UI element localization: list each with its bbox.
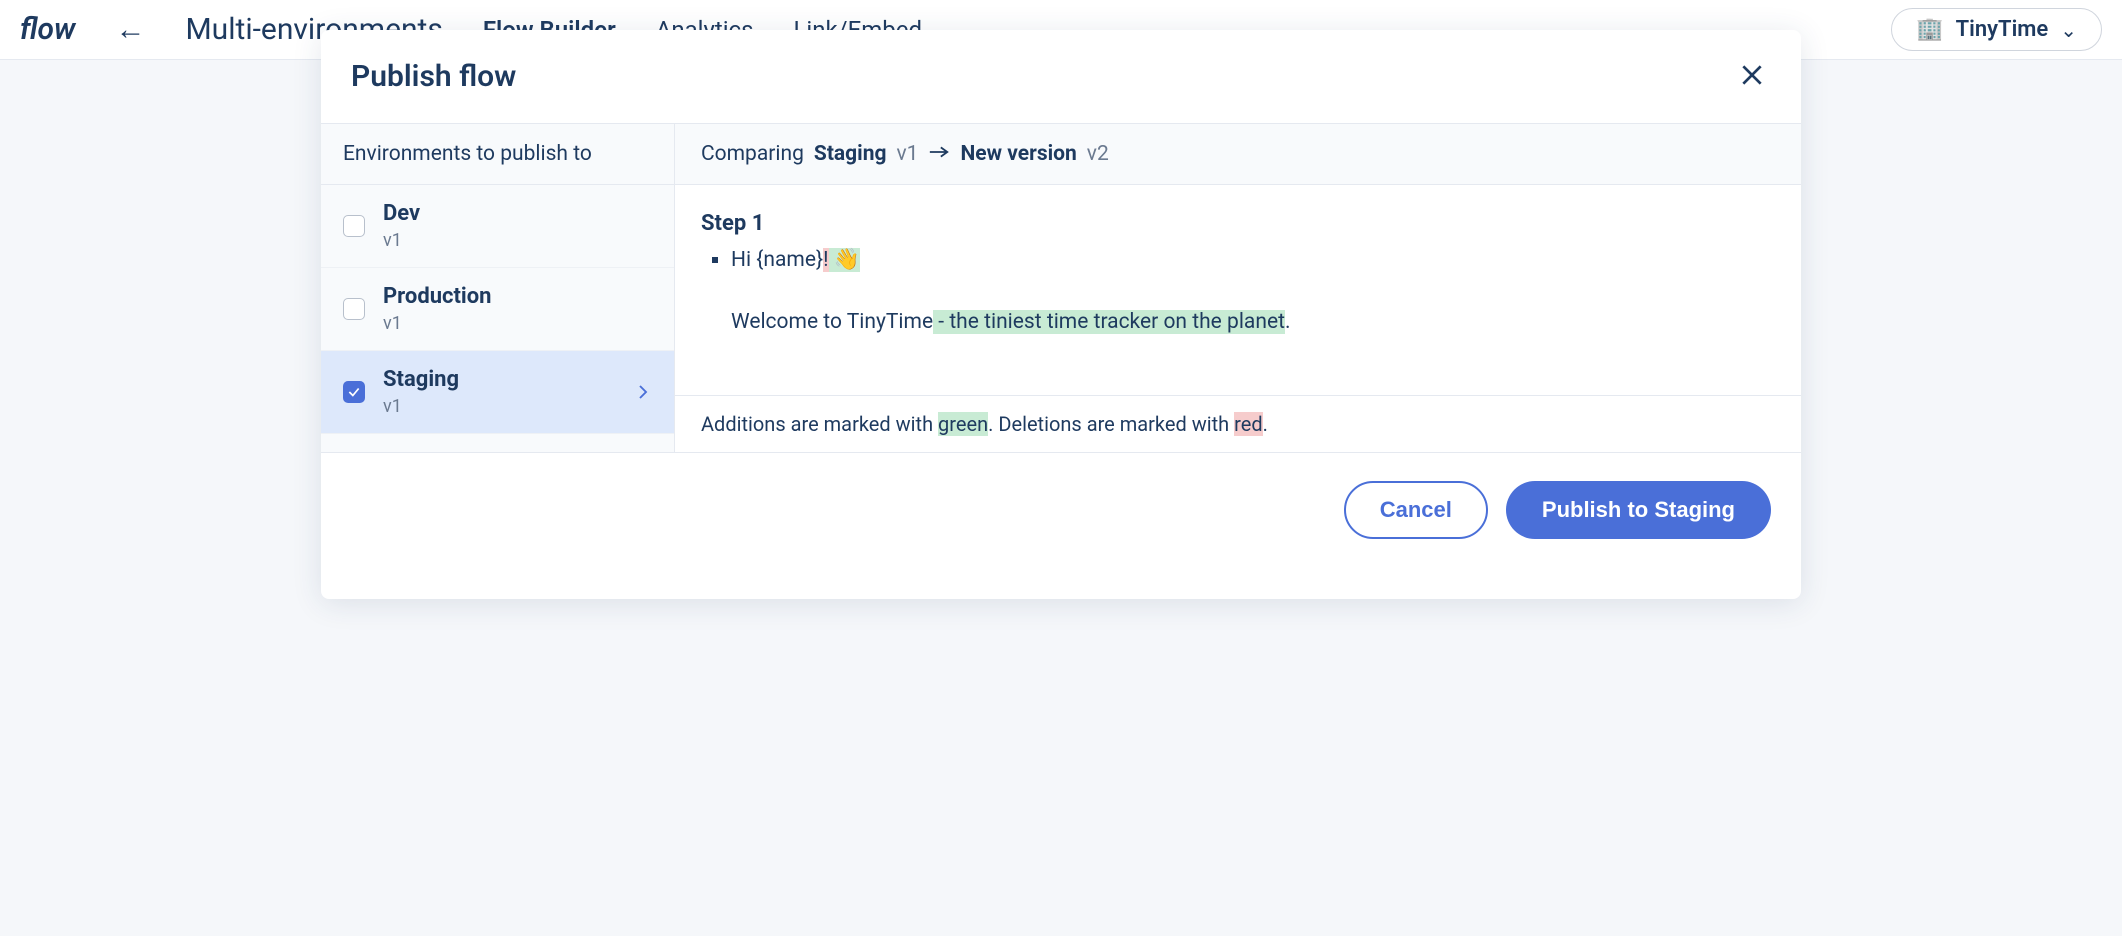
modal-header: Publish flow bbox=[321, 30, 1801, 123]
env-version: v1 bbox=[383, 313, 492, 334]
env-checkbox-production[interactable] bbox=[343, 298, 365, 320]
diff-text: Welcome to TinyTime bbox=[731, 310, 933, 334]
legend-green: green bbox=[938, 412, 988, 436]
modal-footer: Cancel Publish to Staging bbox=[321, 452, 1801, 599]
modal-body: Environments to publish to Dev v1 Produc… bbox=[321, 123, 1801, 452]
env-item-dev[interactable]: Dev v1 bbox=[321, 185, 674, 268]
publish-button[interactable]: Publish to Staging bbox=[1506, 481, 1771, 539]
diff-step-title: Step 1 bbox=[701, 211, 1775, 236]
diff-list: Hi {name}! 👋 Welcome to TinyTime - the t… bbox=[701, 244, 1775, 339]
compare-to-version: v2 bbox=[1087, 142, 1109, 166]
environments-sidebar: Environments to publish to Dev v1 Produc… bbox=[321, 124, 675, 452]
close-icon bbox=[1739, 62, 1765, 88]
modal-overlay: Publish flow Environments to publish to … bbox=[0, 0, 2122, 936]
compare-header: Comparing Staging v1 New version v2 bbox=[675, 124, 1801, 185]
modal-title: Publish flow bbox=[351, 59, 516, 94]
legend-text: Additions are marked with bbox=[701, 412, 938, 436]
env-item-production[interactable]: Production v1 bbox=[321, 268, 674, 351]
diff-legend: Additions are marked with green. Deletio… bbox=[675, 395, 1801, 452]
env-version: v1 bbox=[383, 396, 459, 417]
diff-line: Hi {name}! 👋 Welcome to TinyTime - the t… bbox=[731, 244, 1775, 339]
env-item-staging[interactable]: Staging v1 bbox=[321, 351, 674, 434]
legend-red: red bbox=[1234, 412, 1262, 436]
diff-added: - the tiniest time tracker on the planet bbox=[933, 310, 1285, 334]
env-checkbox-dev[interactable] bbox=[343, 215, 365, 237]
compare-from-version: v1 bbox=[897, 142, 919, 166]
env-name: Staging bbox=[383, 367, 459, 392]
compare-prefix: Comparing bbox=[701, 142, 804, 166]
env-version: v1 bbox=[383, 230, 420, 251]
diff-deleted: ! bbox=[823, 248, 828, 272]
compare-from-env: Staging bbox=[814, 142, 887, 166]
compare-panel: Comparing Staging v1 New version v2 Step… bbox=[675, 124, 1801, 452]
legend-text: . bbox=[1263, 412, 1268, 436]
diff-text: . bbox=[1285, 310, 1291, 334]
arrow-right-icon bbox=[928, 142, 950, 166]
cancel-button[interactable]: Cancel bbox=[1344, 481, 1488, 539]
diff-added: 👋 bbox=[829, 248, 860, 272]
chevron-right-icon bbox=[634, 383, 652, 401]
diff-body: Step 1 Hi {name}! 👋 Welcome to TinyTime … bbox=[675, 185, 1801, 395]
legend-text: . Deletions are marked with bbox=[988, 412, 1234, 436]
env-checkbox-staging[interactable] bbox=[343, 381, 365, 403]
publish-modal: Publish flow Environments to publish to … bbox=[321, 30, 1801, 599]
env-name: Production bbox=[383, 284, 492, 309]
environment-list: Dev v1 Production v1 bbox=[321, 185, 674, 434]
check-icon bbox=[347, 385, 361, 399]
compare-to-label: New version bbox=[960, 142, 1076, 166]
env-name: Dev bbox=[383, 201, 420, 226]
sidebar-header: Environments to publish to bbox=[321, 124, 674, 185]
diff-text: Hi {name} bbox=[731, 248, 823, 272]
close-button[interactable] bbox=[1733, 56, 1771, 97]
